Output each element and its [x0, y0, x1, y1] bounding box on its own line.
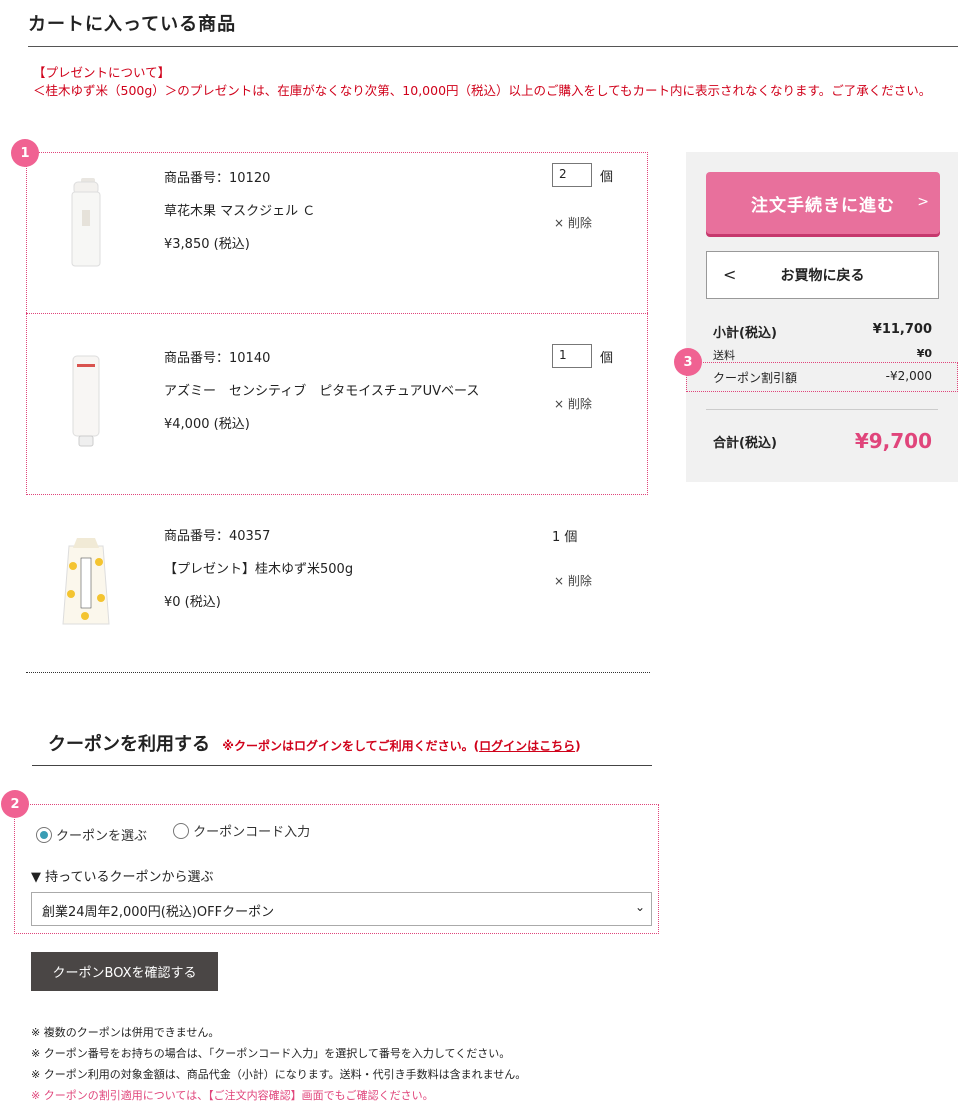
delete-button[interactable]: × 削除	[554, 572, 592, 589]
quantity-unit: 個	[600, 350, 614, 366]
product-code: 商品番号：40357	[164, 529, 271, 544]
notice-heading: 【プレゼントについて】	[33, 65, 171, 80]
radio-select-label: クーポンを選ぶ	[56, 829, 148, 844]
product-price: ¥0 (税込)	[164, 595, 221, 610]
badge-2: 2	[1, 790, 29, 818]
coupon-select-heading: ▼ 持っているクーポンから選ぶ	[31, 870, 214, 885]
notice-body: ＜桂木ゆず米（500g）＞のプレゼントは、在庫がなくなり次第、10,000円（税…	[33, 83, 932, 98]
product-image-uv-base	[56, 350, 116, 450]
product-name[interactable]: アズミー センシティブ ピタモイスチュアUVベース	[164, 383, 479, 416]
quantity-input[interactable]: 1	[552, 344, 592, 368]
order-summary: 注文手続きに進む > < お買物に戻る 小計(税込) ¥11,700 送料 ¥0…	[686, 152, 958, 482]
delete-button[interactable]: × 削除	[554, 395, 592, 412]
coupon-select[interactable]: 創業24周年2,000円(税込)OFFクーポン ⌄	[31, 892, 652, 926]
quantity-input[interactable]: 2	[552, 163, 592, 187]
radio-unchecked-icon	[173, 822, 190, 839]
radio-checked-icon	[36, 826, 52, 843]
product-code: 商品番号：10140	[164, 351, 271, 366]
highlight-box-3	[686, 362, 958, 392]
badge-3: 3	[674, 348, 702, 376]
coupon-select-value: 創業24周年2,000円(税込)OFFクーポン	[42, 905, 275, 920]
coupon-login-note-text: ※クーポンはログインをしてご利用ください。(	[222, 739, 480, 753]
radio-select-coupon[interactable]: クーポンを選ぶ	[36, 825, 147, 844]
present-notice: 【プレゼントについて】 ＜桂木ゆず米（500g）＞のプレゼントは、在庫がなくなり…	[33, 64, 953, 100]
quantity-unit: 個	[600, 169, 614, 185]
cart-item: 商品番号：40357 【プレゼント】桂木ゆず米500g ¥0 (税込) 1 個 …	[26, 496, 648, 672]
page-title: カートに入っている商品	[28, 14, 237, 35]
back-label: お買物に戻る	[780, 268, 865, 284]
product-price: ¥3,850 (税込)	[164, 237, 250, 252]
coupon-box-button[interactable]: クーポンBOXを確認する	[31, 952, 218, 991]
shipping-value: ¥0	[916, 347, 932, 360]
login-link[interactable]: ログインはこちら	[479, 739, 575, 753]
note-item: ※ クーポンの割引適用については、【ご注文内容確認】画面でもご確認ください。	[31, 1089, 434, 1102]
continue-shopping-button[interactable]: < お買物に戻る	[706, 251, 939, 299]
coupon-section-title: クーポンを利用する ※クーポンはログインをしてご利用ください。(ログインはこちら…	[48, 730, 581, 756]
cart-item: 商品番号：10140 アズミー センシティブ ピタモイスチュアUVベース ¥4,…	[26, 314, 648, 495]
coupon-divider	[32, 765, 652, 766]
product-image-yuzu-rice	[56, 532, 116, 632]
note-item: ※ 複数のクーポンは併用できません。	[31, 1026, 220, 1039]
title-divider	[28, 46, 958, 47]
radio-code-label: クーポンコード入力	[193, 825, 311, 840]
total-label: 合計(税込)	[713, 435, 777, 451]
coupon-mode-radios: クーポンを選ぶ クーポンコード入力	[36, 821, 332, 844]
subtotal-label: 小計(税込)	[713, 326, 777, 341]
coupon-notes: ※ 複数のクーポンは併用できません。 ※ クーポン番号をお持ちの場合は、「クーポ…	[31, 1022, 526, 1106]
proceed-to-checkout-button[interactable]: 注文手続きに進む >	[706, 172, 940, 234]
product-code: 商品番号：10120	[164, 171, 271, 186]
coupon-login-note-end: )	[575, 739, 581, 753]
chevron-right-icon: >	[917, 194, 930, 210]
radio-coupon-code[interactable]: クーポンコード入力	[173, 821, 310, 840]
product-name[interactable]: 草花木果 マスクジェル Ｃ	[164, 203, 315, 236]
note-item: ※ クーポン利用の対象金額は、商品代金（小計）になります。送料・代引き手数料は含…	[31, 1068, 527, 1081]
product-image-mask-gel	[56, 172, 116, 272]
quantity-text: 1 個	[552, 530, 578, 545]
checkout-label: 注文手続きに進む	[751, 195, 895, 216]
cart-item: 商品番号：10120 草花木果 マスクジェル Ｃ ¥3,850 (税込) 2 個…	[26, 152, 648, 313]
coupon-title-text: クーポンを利用する	[48, 734, 210, 755]
chevron-down-icon: ⌄	[634, 900, 645, 914]
product-name[interactable]: 【プレゼント】桂木ゆず米500g	[164, 561, 353, 594]
subtotal-value: ¥11,700	[872, 322, 932, 337]
summary-divider	[706, 409, 938, 410]
total-value: ¥9,700	[854, 429, 932, 453]
chevron-left-icon: <	[723, 265, 737, 284]
note-item: ※ クーポン番号をお持ちの場合は、「クーポンコード入力」を選択して番号を入力して…	[31, 1047, 511, 1060]
shipping-label: 送料	[713, 349, 735, 362]
product-price: ¥4,000 (税込)	[164, 417, 250, 432]
coupon-login-note: ※クーポンはログインをしてご利用ください。(ログインはこちら)	[222, 739, 580, 753]
delete-button[interactable]: × 削除	[554, 214, 592, 231]
cart-bottom-divider	[26, 672, 650, 673]
